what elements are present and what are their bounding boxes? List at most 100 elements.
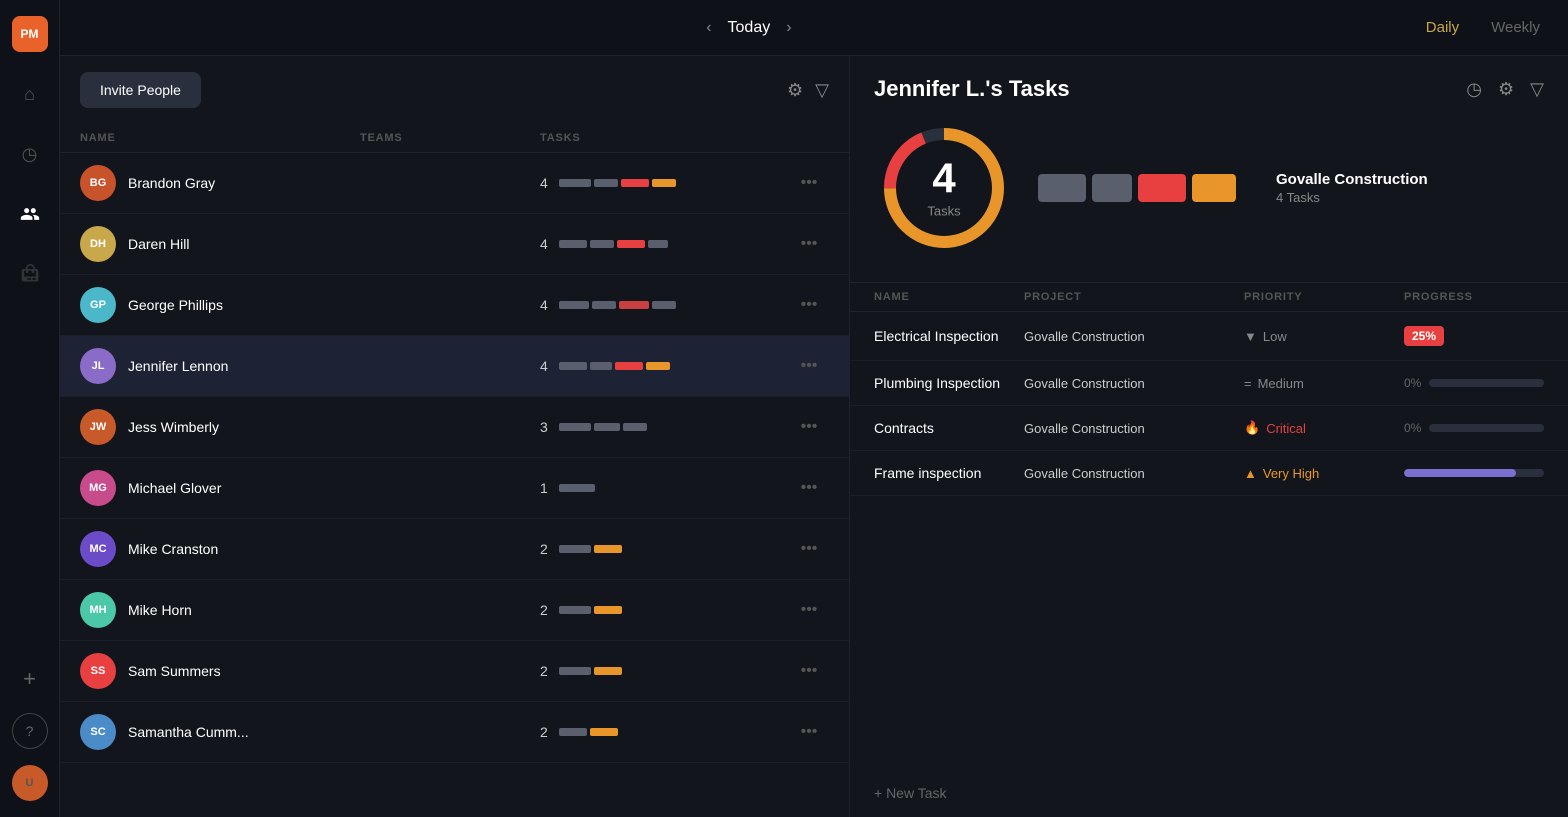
more-options-button[interactable]: ••• (789, 174, 829, 192)
add-icon[interactable]: + (12, 661, 48, 697)
task-bars: 2 (540, 602, 789, 618)
task-bar (594, 423, 620, 431)
legend-bar-3 (1138, 174, 1186, 202)
project-name: Govalle Construction (1276, 171, 1428, 188)
home-icon[interactable]: ⌂ (12, 76, 48, 112)
tasks-header-icons: ◷ ⚙ ▽ (1466, 79, 1544, 100)
more-options-button[interactable]: ••• (789, 479, 829, 497)
briefcase-icon[interactable] (12, 256, 48, 292)
avatar: JL (80, 348, 116, 384)
person-row[interactable]: MG Michael Glover 1 ••• (60, 458, 849, 519)
task-row[interactable]: Contracts Govalle Construction 🔥 Critica… (850, 406, 1568, 451)
progress-bar-bg (1429, 379, 1544, 387)
person-name: JW Jess Wimberly (80, 409, 360, 445)
task-bar (652, 301, 676, 309)
daily-view-button[interactable]: Daily (1418, 15, 1467, 40)
priority-label: Very High (1263, 466, 1319, 481)
tasks-panel-title: Jennifer L.'s Tasks (874, 76, 1070, 102)
task-bar (559, 667, 591, 675)
avatar: MC (80, 531, 116, 567)
task-bar (559, 423, 591, 431)
prev-button[interactable]: ‹ (698, 15, 719, 41)
task-name: Plumbing Inspection (874, 375, 1024, 391)
tasks-column-header: TASKS (540, 132, 789, 144)
more-options-button[interactable]: ••• (789, 235, 829, 253)
filter-icon[interactable]: ▽ (815, 80, 829, 101)
more-options-button[interactable]: ••• (789, 723, 829, 741)
person-row[interactable]: SS Sam Summers 2 ••• (60, 641, 849, 702)
content-area: Invite People ⚙ ▽ NAME TEAMS TASKS BG Br… (60, 56, 1568, 817)
task-bar (619, 301, 649, 309)
new-task-button[interactable]: + New Task (850, 769, 1568, 817)
priority-badge: ▼ Low (1244, 329, 1404, 344)
task-count: 3 (540, 419, 548, 435)
task-bars: 3 (540, 419, 789, 435)
person-row[interactable]: JW Jess Wimberly 3 ••• (60, 397, 849, 458)
tasks-legend (1038, 174, 1236, 202)
task-priority-header: PRIORITY (1244, 291, 1404, 303)
clock-icon[interactable]: ◷ (12, 136, 48, 172)
tasks-table: NAME PROJECT PRIORITY PROGRESS Electrica… (850, 282, 1568, 769)
person-row[interactable]: DH Daren Hill 4 ••• (60, 214, 849, 275)
next-button[interactable]: › (778, 15, 799, 41)
person-name: GP George Phillips (80, 287, 360, 323)
task-bar (617, 240, 645, 248)
filter-tasks-icon[interactable]: ▽ (1530, 79, 1544, 100)
task-row[interactable]: Plumbing Inspection Govalle Construction… (850, 361, 1568, 406)
more-options-button[interactable]: ••• (789, 601, 829, 619)
task-bars: 4 (540, 297, 789, 313)
task-project-header: PROJECT (1024, 291, 1244, 303)
task-progress-header: PROGRESS (1404, 291, 1544, 303)
date-navigation: ‹ Today › (698, 15, 799, 41)
task-row[interactable]: Frame inspection Govalle Construction ▲ … (850, 451, 1568, 496)
progress-bar-bg (1404, 469, 1544, 477)
person-name: MH Mike Horn (80, 592, 360, 628)
actions-column-header (789, 132, 829, 144)
person-name: JL Jennifer Lennon (80, 348, 360, 384)
invite-people-button[interactable]: Invite People (80, 72, 201, 108)
avatar: JW (80, 409, 116, 445)
progress-pill: 25% (1404, 326, 1444, 346)
progress-bar-bg (1429, 424, 1544, 432)
progress-text: 0% (1404, 421, 1421, 435)
task-bar (590, 362, 612, 370)
priority-label: Medium (1258, 376, 1304, 391)
task-count: 1 (540, 480, 548, 496)
task-bar (648, 240, 668, 248)
person-row[interactable]: SC Samantha Cumm... 2 ••• (60, 702, 849, 763)
more-options-button[interactable]: ••• (789, 662, 829, 680)
chart-icon[interactable]: ◷ (1466, 79, 1482, 100)
person-row[interactable]: GP George Phillips 4 ••• (60, 275, 849, 336)
person-name: SC Samantha Cumm... (80, 714, 360, 750)
tasks-summary: 4 Tasks Govalle Construction 4 Tasks (850, 118, 1568, 282)
weekly-view-button[interactable]: Weekly (1483, 15, 1548, 40)
task-count: 2 (540, 602, 548, 618)
task-bar (559, 545, 591, 553)
more-options-button[interactable]: ••• (789, 357, 829, 375)
person-row[interactable]: MH Mike Horn 2 ••• (60, 580, 849, 641)
person-row[interactable]: JL Jennifer Lennon 4 ••• (60, 336, 849, 397)
user-avatar-bottom[interactable]: U (12, 765, 48, 801)
person-name: BG Brandon Gray (80, 165, 360, 201)
person-row[interactable]: BG Brandon Gray 4 ••• (60, 153, 849, 214)
task-row[interactable]: Electrical Inspection Govalle Constructi… (850, 312, 1568, 361)
table-header: NAME TEAMS TASKS (60, 124, 849, 153)
settings-icon[interactable]: ⚙ (787, 80, 803, 101)
logo-icon[interactable]: PM (12, 16, 48, 52)
help-icon[interactable]: ? (12, 713, 48, 749)
more-options-button[interactable]: ••• (789, 418, 829, 436)
person-row[interactable]: MC Mike Cranston 2 ••• (60, 519, 849, 580)
more-options-button[interactable]: ••• (789, 540, 829, 558)
tasks-list: Electrical Inspection Govalle Constructi… (850, 312, 1568, 496)
progress-cell: 25% (1404, 326, 1544, 346)
people-panel-header: Invite People ⚙ ▽ (60, 56, 849, 124)
tasks-table-header: NAME PROJECT PRIORITY PROGRESS (850, 282, 1568, 312)
priority-badge: ▲ Very High (1244, 466, 1404, 481)
settings-tasks-icon[interactable]: ⚙ (1498, 79, 1514, 100)
task-bar (615, 362, 643, 370)
avatar: BG (80, 165, 116, 201)
progress-bar-fill (1404, 469, 1516, 477)
people-icon[interactable] (12, 196, 48, 232)
sidebar: PM ⌂ ◷ + ? U (0, 0, 60, 817)
more-options-button[interactable]: ••• (789, 296, 829, 314)
